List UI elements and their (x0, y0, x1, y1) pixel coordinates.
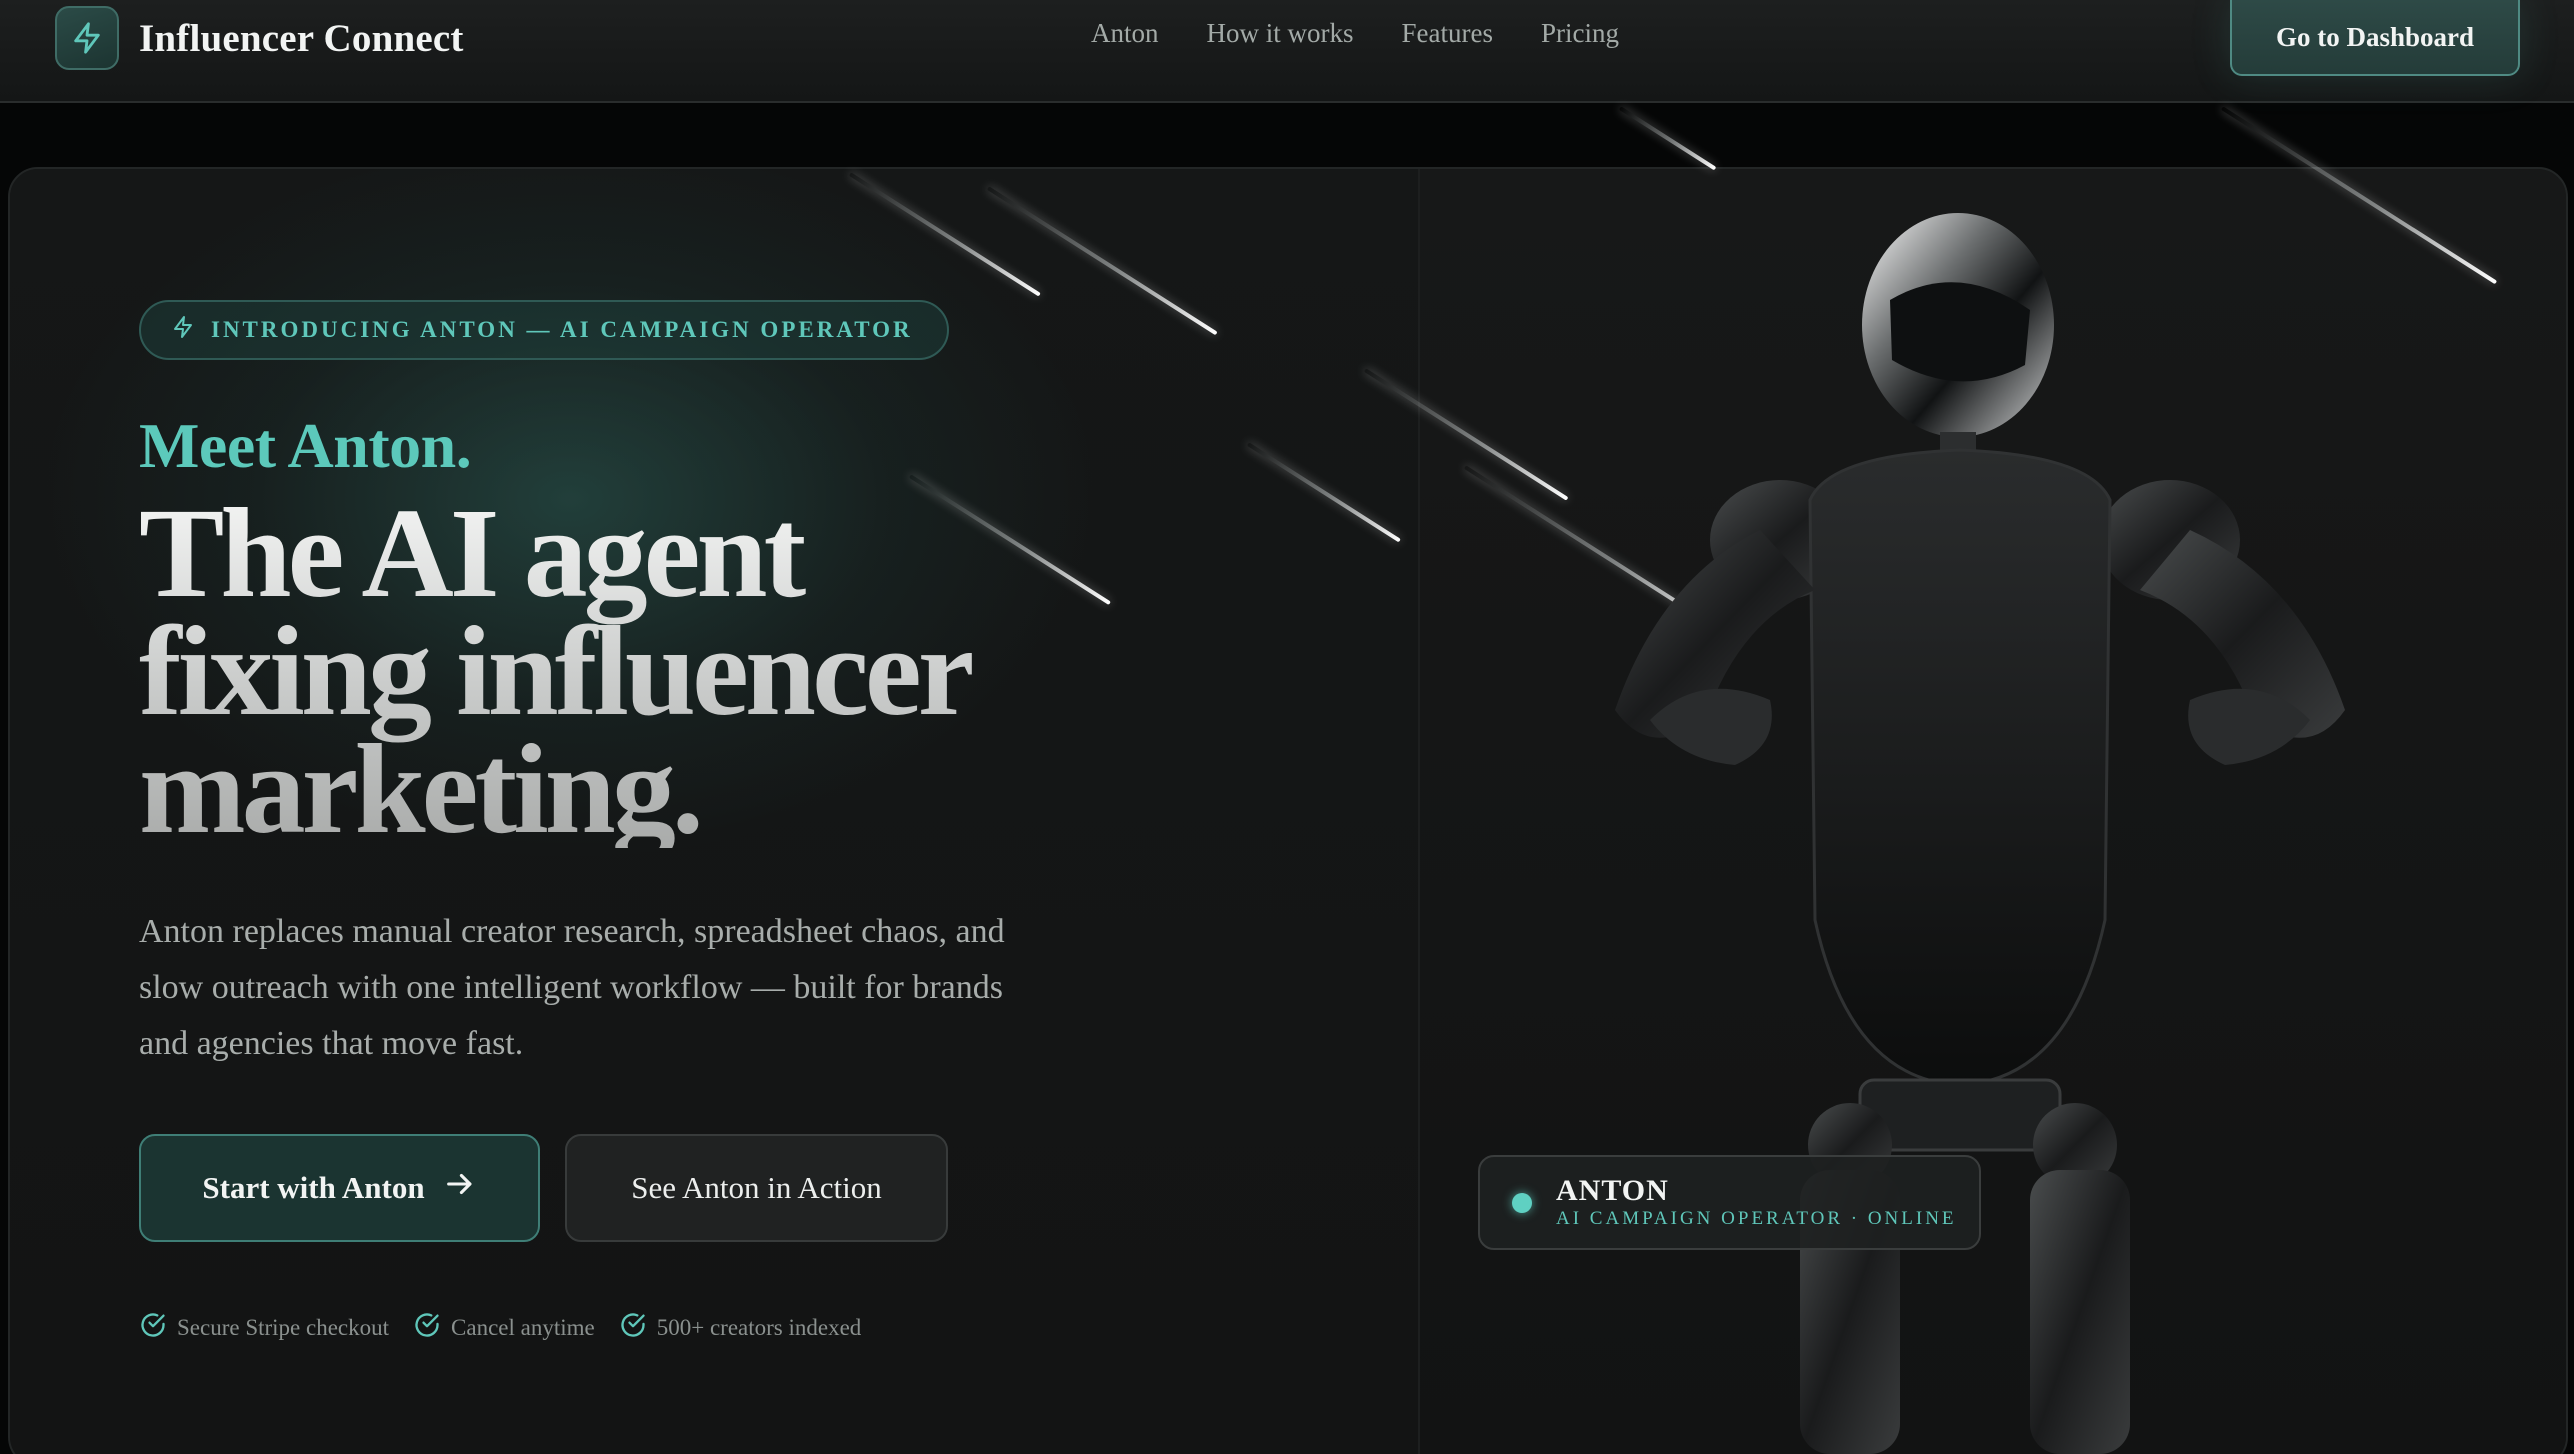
headline-line-3: marketing. (139, 718, 700, 860)
hero-headline: The AI agent fixing influencer marketing… (139, 494, 1239, 848)
start-with-anton-button[interactable]: Start with Anton (139, 1134, 540, 1242)
nav-link-features[interactable]: Features (1402, 18, 1493, 49)
check-circle-icon (139, 1311, 167, 1345)
trust-item-label: Secure Stripe checkout (177, 1315, 390, 1340)
status-role: AI CAMPAIGN OPERATOR · ONLINE (1556, 1207, 1957, 1229)
arrow-right-icon (443, 1167, 477, 1209)
intro-badge: INTRODUCING ANTON — AI CAMPAIGN OPERATOR (139, 300, 949, 360)
anton-status-card: ANTON AI CAMPAIGN OPERATOR · ONLINE (1478, 1155, 1981, 1250)
status-name: ANTON (1556, 1173, 1669, 1207)
brand[interactable]: Influencer Connect (55, 6, 464, 70)
trust-indicators: Secure Stripe checkout Cancel anytime 50… (139, 1311, 861, 1345)
lightning-bolt-icon (171, 315, 195, 345)
top-nav: Influencer Connect Anton How it works Fe… (0, 0, 2574, 103)
trust-item: 500+ creators indexed (619, 1311, 862, 1345)
online-status-dot (1512, 1192, 1532, 1213)
start-with-anton-label: Start with Anton (202, 1170, 425, 1205)
check-circle-icon (619, 1311, 647, 1345)
lightning-bolt-icon (55, 6, 119, 70)
brand-name: Influencer Connect (139, 16, 464, 60)
nav-link-anton[interactable]: Anton (1091, 18, 1159, 49)
nav-links: Anton How it works Features Pricing (1091, 18, 1619, 49)
meteor-streak (1618, 106, 1717, 171)
trust-item-label: Cancel anytime (451, 1315, 595, 1340)
go-to-dashboard-button[interactable]: Go to Dashboard (2230, 0, 2520, 76)
trust-item: Secure Stripe checkout (139, 1311, 389, 1345)
intro-badge-text: INTRODUCING ANTON — AI CAMPAIGN OPERATOR (211, 317, 913, 342)
hero-eyebrow: Meet Anton. (139, 410, 472, 481)
trust-item-label: 500+ creators indexed (656, 1315, 862, 1340)
check-circle-icon (413, 1311, 441, 1345)
nav-link-how-it-works[interactable]: How it works (1207, 18, 1354, 49)
status-text: ANTON AI CAMPAIGN OPERATOR · ONLINE (1556, 1173, 1957, 1231)
robot-illustration (1615, 213, 2345, 1454)
trust-item: Cancel anytime (413, 1311, 595, 1345)
hero-subtext: Anton replaces manual creator research, … (139, 913, 1005, 1062)
nav-link-pricing[interactable]: Pricing (1541, 18, 1619, 49)
see-anton-in-action-button[interactable]: See Anton in Action (565, 1134, 948, 1242)
